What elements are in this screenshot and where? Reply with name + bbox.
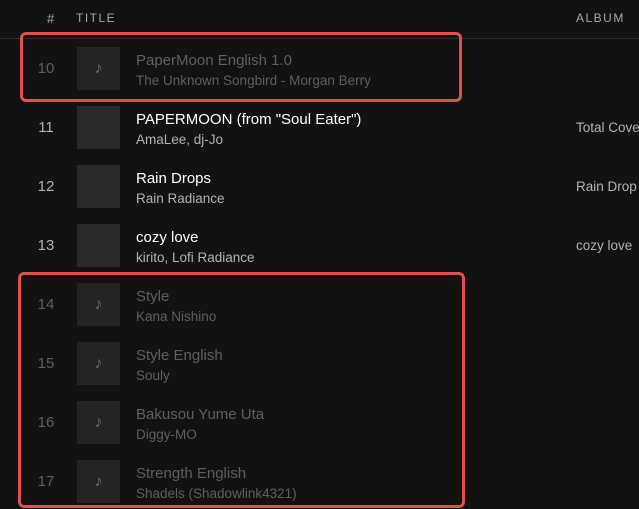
track-row[interactable]: 11 PAPERMOON (from "Soul Eater") AmaLee,… [0,97,639,156]
track-row[interactable]: 15 ♪ Style English Souly [0,333,639,392]
track-artist[interactable]: The Unknown Songbird - Morgan Berry [136,73,371,88]
column-header-number[interactable]: # [47,11,54,26]
track-row[interactable]: 13 cozy love kirito, Lofi Radiance cozy … [0,215,639,274]
track-title[interactable]: Style English [136,347,223,364]
album-art-placeholder: ♪ [77,460,120,503]
track-number: 12 [37,178,55,195]
album-art [77,165,120,208]
track-number: 10 [37,60,55,77]
track-row[interactable]: 12 Rain Drops Rain Radiance Rain Drop [0,156,639,215]
track-title[interactable]: Style [136,288,169,305]
track-title[interactable]: PAPERMOON (from "Soul Eater") [136,111,361,128]
album-art [77,106,120,149]
track-title[interactable]: PaperMoon English 1.0 [136,52,292,69]
music-note-icon: ♪ [94,295,103,313]
track-artist[interactable]: AmaLee, dj-Jo [136,132,223,147]
track-artist[interactable]: Souly [136,368,170,383]
track-rows: 10 ♪ PaperMoon English 1.0 The Unknown S… [0,38,639,509]
music-note-icon: ♪ [94,472,103,490]
music-note-icon: ♪ [94,354,103,372]
track-title[interactable]: Rain Drops [136,170,211,187]
column-header-album[interactable]: ALBUM [576,11,625,25]
tracklist: # TITLE ALBUM 10 ♪ PaperMoon English 1.0… [0,0,639,509]
music-note-icon: ♪ [94,413,103,431]
track-artist[interactable]: kirito, Lofi Radiance [136,250,255,265]
album-art-placeholder: ♪ [77,342,120,385]
track-artist[interactable]: Shadels (Shadowlink4321) [136,486,297,501]
track-album[interactable]: Rain Drop [576,179,637,194]
album-art-placeholder: ♪ [77,401,120,444]
track-row[interactable]: 17 ♪ Strength English Shadels (Shadowlin… [0,451,639,509]
album-art [77,224,120,267]
track-number: 16 [37,414,55,431]
track-number: 17 [37,473,55,490]
track-number: 14 [37,296,55,313]
track-album[interactable]: cozy love [576,238,632,253]
track-title[interactable]: cozy love [136,229,199,246]
track-row[interactable]: 16 ♪ Bakusou Yume Uta Diggy-MO [0,392,639,451]
track-number: 11 [38,119,54,136]
track-artist[interactable]: Kana Nishino [136,309,216,324]
track-number: 13 [37,237,55,254]
music-note-icon: ♪ [94,59,103,77]
tracklist-header: # TITLE ALBUM [0,0,639,39]
album-art-placeholder: ♪ [77,47,120,90]
track-title[interactable]: Bakusou Yume Uta [136,406,264,423]
track-artist[interactable]: Diggy-MO [136,427,197,442]
track-artist[interactable]: Rain Radiance [136,191,225,206]
album-art-placeholder: ♪ [77,283,120,326]
track-row[interactable]: 14 ♪ Style Kana Nishino [0,274,639,333]
track-number: 15 [37,355,55,372]
track-title[interactable]: Strength English [136,465,246,482]
track-row[interactable]: 10 ♪ PaperMoon English 1.0 The Unknown S… [0,38,639,97]
column-header-title[interactable]: TITLE [76,11,116,25]
track-album[interactable]: Total Cove [576,120,639,135]
